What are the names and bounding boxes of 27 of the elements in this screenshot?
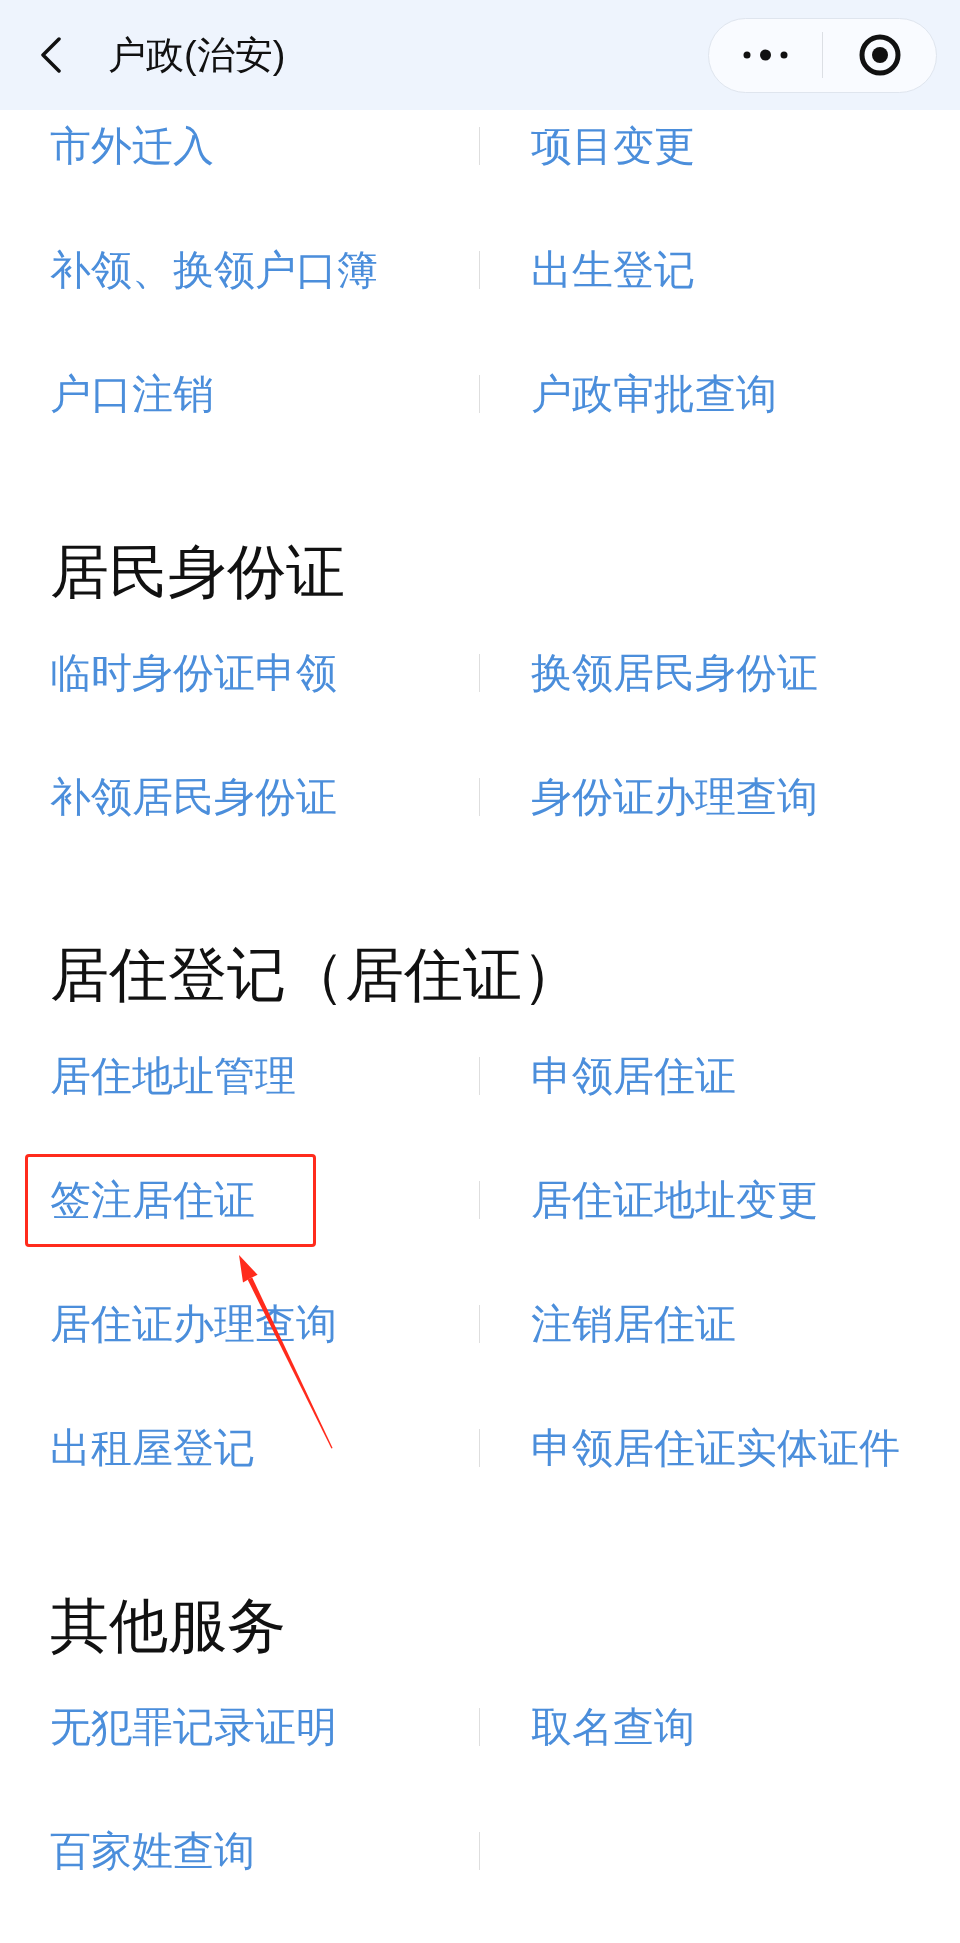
service-link[interactable]: 出生登记 [531,249,695,291]
back-icon[interactable] [40,37,62,73]
service-link[interactable]: 补领、换领户口簿 [50,249,378,291]
service-link[interactable]: 取名查询 [531,1706,695,1748]
service-link[interactable]: 百家姓查询 [50,1830,255,1872]
service-link[interactable]: 户口注销 [50,373,214,415]
service-link[interactable]: 申领居住证 [531,1055,736,1097]
service-link[interactable]: 市外迁入 [50,125,214,167]
section-heading: 居住登记（居住证） [50,945,581,1005]
service-link[interactable]: 居住证地址变更 [531,1179,818,1221]
service-link[interactable]: 申领居住证实体证件 [531,1427,900,1469]
service-link[interactable]: 无犯罪记录证明 [50,1706,337,1748]
more-icon[interactable] [743,49,788,61]
section-heading: 居民身份证 [50,542,345,602]
service-link[interactable]: 换领居民身份证 [531,652,818,694]
service-link[interactable]: 项目变更 [531,125,695,167]
page-title: 户政(治安) [108,36,286,74]
service-link[interactable]: 临时身份证申领 [50,652,337,694]
service-link[interactable]: 签注居住证 [50,1179,255,1221]
service-link[interactable]: 出租屋登记 [50,1427,255,1469]
service-link[interactable]: 身份证办理查询 [531,776,818,818]
service-link[interactable]: 居住地址管理 [50,1055,296,1097]
service-link[interactable]: 户政审批查询 [531,373,777,415]
circle-dot-icon[interactable] [858,34,901,76]
section-heading: 其他服务 [50,1596,286,1656]
service-link[interactable]: 注销居住证 [531,1303,736,1345]
service-link[interactable]: 补领居民身份证 [50,776,337,818]
